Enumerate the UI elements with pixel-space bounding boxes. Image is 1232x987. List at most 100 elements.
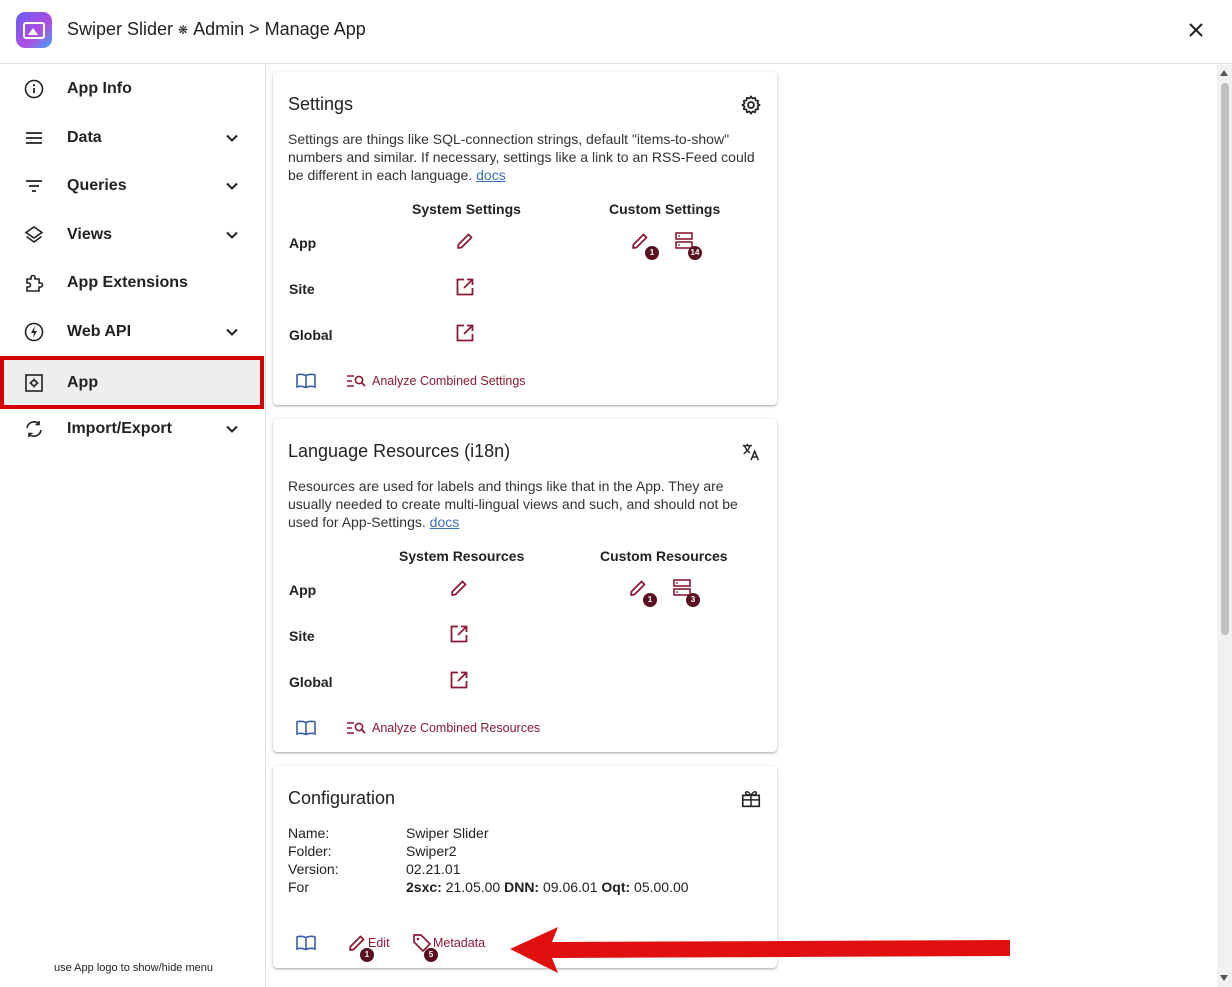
sidebar-item-views[interactable]: Views [0,211,264,259]
column-header-system: System Resources [399,548,525,564]
sidebar-item-label: Data [67,129,102,146]
sidebar-item-app-info[interactable]: App Info [0,65,264,113]
card-title: Configuration [288,788,396,808]
description-text: Settings are things like SQL-connection … [288,131,755,183]
app-header: Swiper Slider ❋ Admin > Manage App [0,0,1232,64]
row-label-site: Site [289,281,315,297]
scroll-down-arrow[interactable] [1220,975,1228,981]
chevron-down-icon [226,182,238,190]
column-header-custom: Custom Settings [609,201,721,217]
scroll-up-arrow[interactable] [1220,70,1228,76]
page-title: Manage App [264,19,366,39]
count-badge: 1 [645,246,659,260]
metadata-label: Metadata [433,936,486,950]
sidebar-item-label: App Info [67,80,132,97]
translate-icon[interactable] [740,441,762,463]
config-key: Version: [288,861,339,877]
sidebar-item-queries[interactable]: Queries [0,162,264,210]
chevron-down-icon [226,231,238,239]
close-icon [1189,23,1203,37]
search-list-icon [347,375,366,387]
main-content: Settings Settings are things like SQL-co… [267,65,1217,987]
config-value: 02.21.01 [406,861,461,877]
sidebar-item-data[interactable]: Data [0,114,264,162]
column-header-system: System Settings [412,201,521,217]
config-key: Folder: [288,843,332,859]
analyze-combined-resources-button[interactable]: Analyze Combined Resources [346,719,540,737]
platform-label: Oqt: [601,879,631,895]
config-key: Name: [288,825,330,841]
row-label-global: Global [289,674,333,690]
row-label-app: App [289,582,317,598]
book-docs-icon[interactable] [295,370,317,392]
platform-version: 21.05.00 [445,879,501,895]
sidebar-item-web-api[interactable]: Web API [0,308,264,356]
gear-icon[interactable] [740,94,762,116]
sidebar-item-app[interactable]: App [0,356,264,409]
sidebar-item-app-extensions[interactable]: App Extensions [0,259,264,307]
config-value: 2sxc: 21.05.00 DNN: 09.06.01 Oqt: 05.00.… [406,879,689,895]
bolt-icon [23,321,45,343]
docs-link[interactable]: docs [476,167,506,183]
row-label-app: App [289,235,317,251]
search-list-icon [347,722,366,734]
app-logo[interactable] [16,12,52,48]
package-icon[interactable] [740,788,762,810]
edit-app-settings-button[interactable] [454,230,476,252]
book-docs-icon[interactable] [295,717,317,739]
card-description: Settings are things like SQL-connection … [288,130,768,184]
platform-label: DNN: [504,879,540,895]
open-global-settings-button[interactable] [454,322,476,344]
scroll-thumb[interactable] [1221,83,1229,635]
open-global-resources-button[interactable] [448,669,470,691]
breadcrumb-separator: > [249,19,260,39]
analyze-combined-settings-button[interactable]: Analyze Combined Settings [346,372,526,390]
breadcrumb: Swiper Slider ❋ Admin > Manage App [67,19,366,40]
open-site-settings-button[interactable] [454,276,476,298]
sidebar-item-label: App [67,373,99,391]
book-docs-icon[interactable] [295,932,317,954]
platform-version: 09.06.01 [542,879,598,895]
config-value: Swiper2 [406,843,457,859]
language-resources-card: Language Resources (i18n) Resources are … [273,419,777,752]
extension-icon [23,272,45,294]
sidebar: App Info Data Queries Views App Extensio… [0,65,266,987]
layers-icon [23,224,45,246]
gear-small-icon: ❋ [178,22,189,37]
metadata-button[interactable]: Metadata [411,932,485,954]
edit-label: Edit [368,936,390,950]
info-icon [23,78,45,100]
count-badge: 1 [643,593,657,607]
count-badge: 3 [686,593,700,607]
config-value: Swiper Slider [406,825,489,841]
sidebar-hint: use App logo to show/hide menu [54,962,214,974]
description-text: Resources are used for labels and things… [288,478,738,530]
analyze-label: Analyze Combined Settings [372,374,526,388]
analyze-label: Analyze Combined Resources [372,721,541,735]
settings-card: Settings Settings are things like SQL-co… [273,72,777,405]
docs-link[interactable]: docs [430,514,460,530]
count-badge: 1 [360,948,374,962]
row-label-global: Global [289,327,333,343]
edit-app-resources-button[interactable] [448,577,470,599]
sidebar-item-label: Queries [67,177,127,194]
count-badge: 14 [688,246,702,260]
chevron-down-icon [226,328,238,336]
column-header-custom: Custom Resources [600,548,728,564]
close-button[interactable] [1184,18,1208,42]
settings-box-icon [23,372,45,394]
sidebar-item-label: Web API [67,323,132,340]
list-icon [23,127,45,149]
sidebar-item-label: Views [67,226,113,243]
sidebar-item-import-export[interactable]: Import/Export [0,405,264,453]
open-site-resources-button[interactable] [448,623,470,645]
chevron-down-icon [226,134,238,142]
chevron-down-icon [226,425,238,433]
vertical-scrollbar[interactable] [1217,65,1232,987]
count-badge: 5 [424,948,438,962]
card-title: Language Resources (i18n) [288,441,511,461]
sidebar-item-label: Import/Export [67,420,172,437]
config-key: For [288,879,309,895]
sync-icon [23,418,45,440]
row-label-site: Site [289,628,315,644]
